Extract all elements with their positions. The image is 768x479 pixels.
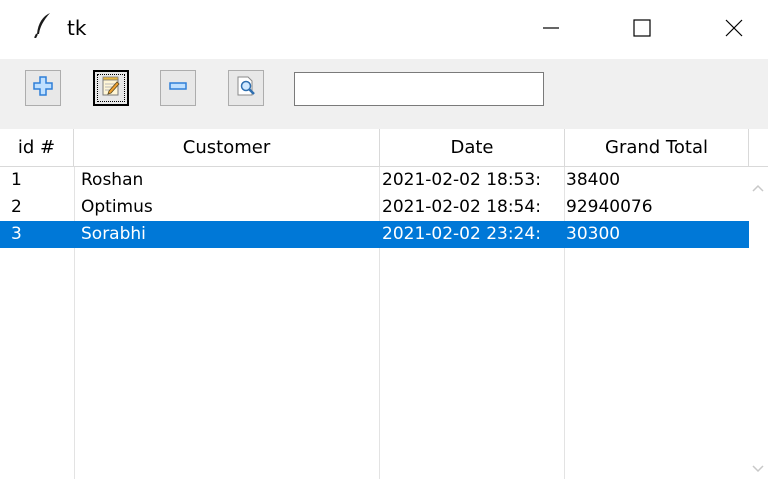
add-button[interactable] <box>25 70 61 106</box>
cell-date: 2021-02-02 18:53: <box>382 170 541 190</box>
column-header-date[interactable]: Date <box>380 129 565 167</box>
close-button[interactable] <box>700 0 768 59</box>
column-header-filler <box>749 129 768 167</box>
edit-button[interactable] <box>93 70 129 106</box>
scroll-up-arrow-icon[interactable] <box>752 177 764 196</box>
cell-customer: Optimus <box>81 197 153 217</box>
table-row[interactable]: 2 Optimus 2021-02-02 18:54: 92940076 <box>0 194 749 221</box>
tk-feather-icon <box>34 12 54 39</box>
cell-customer: Roshan <box>81 170 144 190</box>
focus-ring <box>97 74 125 102</box>
orders-table: id # Customer Date Grand Total 1 Roshan … <box>0 129 768 479</box>
remove-button[interactable] <box>160 70 196 106</box>
cell-id: 3 <box>11 224 22 244</box>
cell-id: 2 <box>11 197 22 217</box>
cell-date: 2021-02-02 18:54: <box>382 197 541 217</box>
table-row[interactable]: 1 Roshan 2021-02-02 18:53: 38400 <box>0 167 749 194</box>
vertical-scrollbar[interactable] <box>749 167 768 479</box>
cell-grand-total: 30300 <box>566 224 621 244</box>
window-title: tk <box>67 16 87 40</box>
table-body: 1 Roshan 2021-02-02 18:53: 38400 2 Optim… <box>0 167 749 248</box>
close-icon <box>724 18 744 42</box>
plus-icon <box>32 75 54 101</box>
search-input[interactable] <box>294 72 544 106</box>
column-header-grand-total[interactable]: Grand Total <box>565 129 749 167</box>
scroll-down-arrow-icon[interactable] <box>752 458 764 477</box>
title-bar: tk <box>0 0 768 59</box>
column-header-id[interactable]: id # <box>0 129 74 167</box>
maximize-icon <box>632 18 652 42</box>
cell-grand-total: 38400 <box>566 170 621 190</box>
maximize-button[interactable] <box>608 0 676 59</box>
minimize-icon <box>541 18 561 42</box>
cell-customer: Sorabhi <box>81 224 146 244</box>
cell-date: 2021-02-02 23:24: <box>382 224 541 244</box>
magnifier-document-icon <box>235 75 257 101</box>
minimize-button[interactable] <box>517 0 585 59</box>
minus-icon <box>167 75 189 101</box>
column-header-customer[interactable]: Customer <box>74 129 380 167</box>
cell-grand-total: 92940076 <box>566 197 653 217</box>
toolbar <box>0 59 768 129</box>
search-button[interactable] <box>228 70 264 106</box>
cell-id: 1 <box>11 170 22 190</box>
table-row-selected[interactable]: 3 Sorabhi 2021-02-02 23:24: 30300 <box>0 221 749 248</box>
